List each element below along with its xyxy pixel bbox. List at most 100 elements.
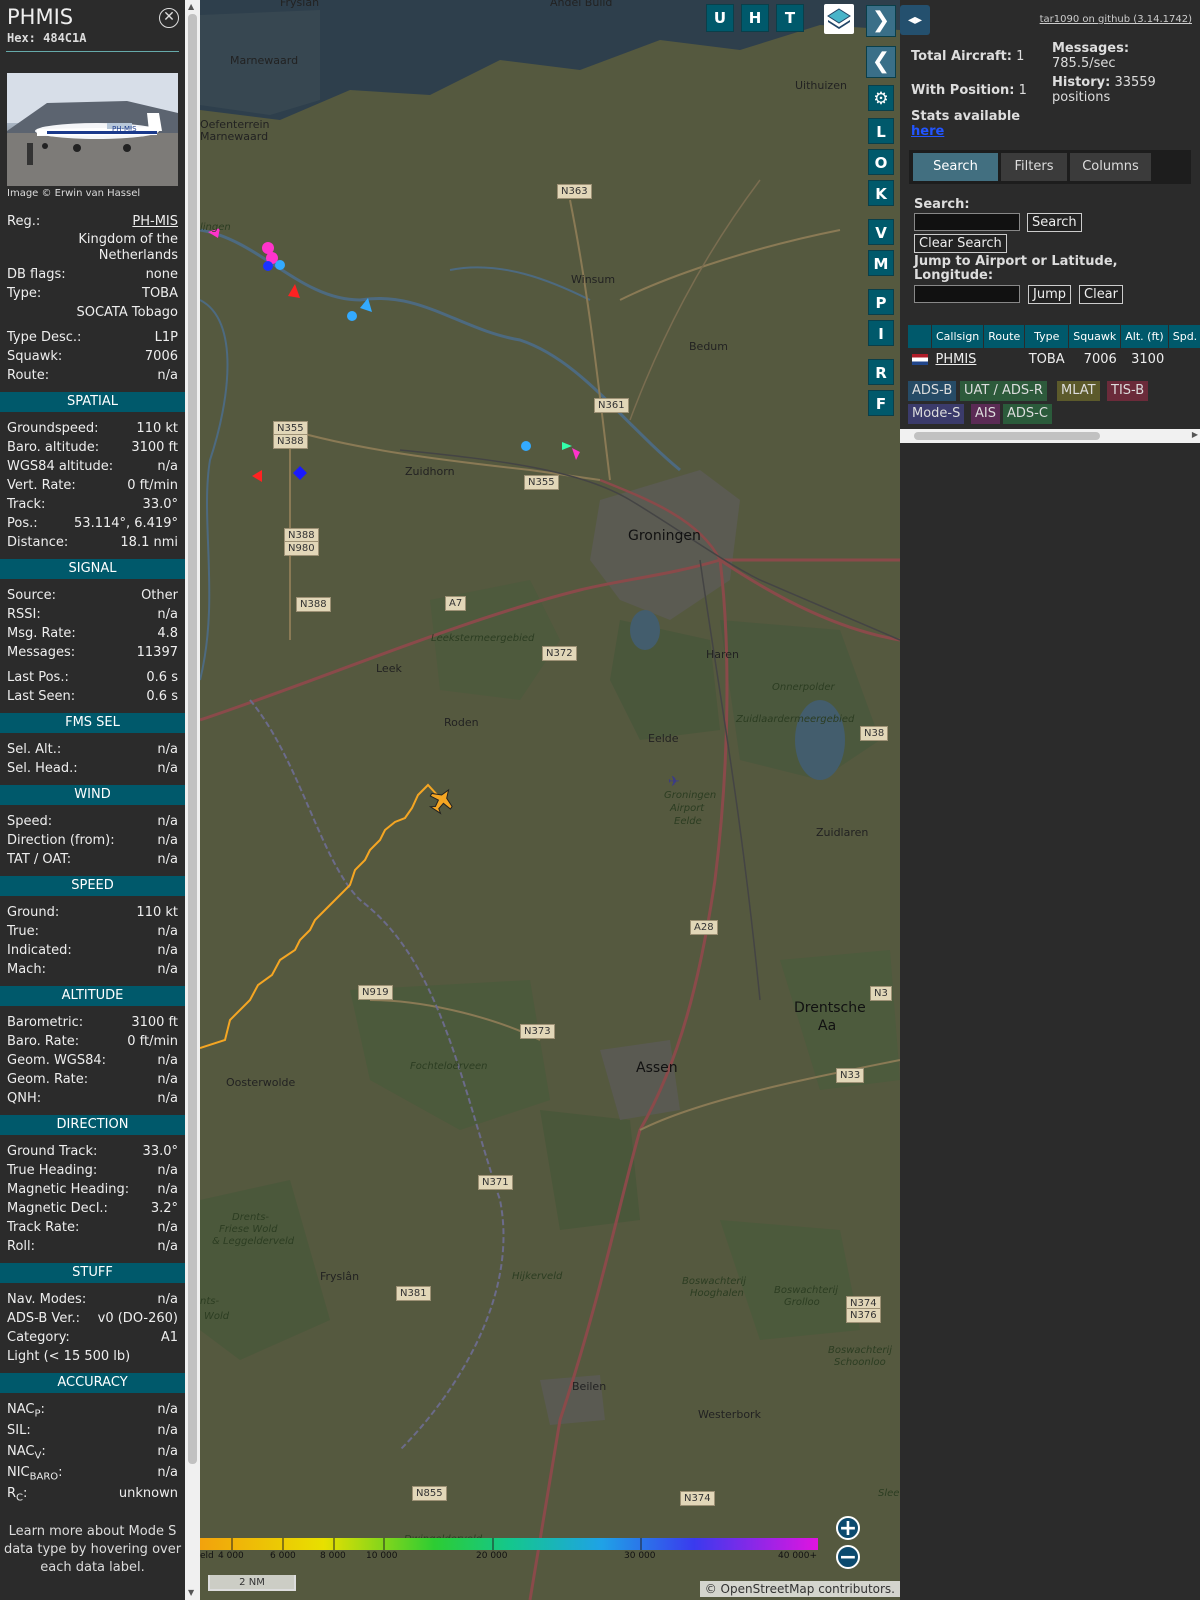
- tab-columns[interactable]: Columns: [1070, 153, 1151, 181]
- info-row: Geom. Rate: n/a: [0, 1070, 185, 1089]
- info-panel-scrollbar[interactable]: ▲ ▼: [185, 0, 200, 1600]
- map-button-k[interactable]: K: [868, 180, 894, 206]
- zoom-out-button[interactable]: −: [836, 1545, 860, 1569]
- place-label-leek: Leek: [376, 662, 402, 675]
- section-stuff[interactable]: STUFF: [0, 1263, 185, 1283]
- scrollbar-thumb[interactable]: [914, 432, 1100, 440]
- search-button[interactable]: Search: [1027, 213, 1082, 232]
- jump-label: Jump to Airport or Latitude, Longitude:: [914, 254, 1118, 283]
- map-button-o[interactable]: O: [868, 149, 894, 175]
- altitude-rows: Barometric: 3100 ft Baro. Rate: 0 ft/min Geo…: [0, 1013, 185, 1108]
- section-signal[interactable]: SIGNAL: [0, 559, 185, 579]
- info-row-label: Sel. Alt.:: [7, 742, 62, 757]
- park-label-onnerpolder: Onnerpolder: [772, 682, 835, 693]
- scroll-right-icon[interactable]: ▶: [1192, 430, 1198, 439]
- section-fms-sel[interactable]: FMS SEL: [0, 713, 185, 733]
- column-header[interactable]: Spd.: [1167, 324, 1200, 349]
- close-icon[interactable]: ✕: [159, 8, 179, 28]
- info-row-label: Ground:: [7, 905, 60, 920]
- section-speed[interactable]: SPEED: [0, 876, 185, 896]
- altitude-scale-label: 30 000: [624, 1551, 656, 1561]
- section-accuracy[interactable]: ACCURACY: [0, 1373, 185, 1393]
- place-label-aa: Aa: [818, 1018, 837, 1034]
- type-value: TOBA: [142, 286, 178, 301]
- info-row-value: 18.1 nmi: [120, 535, 178, 550]
- road-shield-n855: N855: [412, 1486, 447, 1501]
- tab-filters[interactable]: Filters: [1001, 153, 1067, 181]
- info-row-value: n/a: [157, 459, 178, 474]
- section-direction[interactable]: DIRECTION: [0, 1115, 185, 1135]
- clear-button[interactable]: Clear: [1079, 285, 1123, 304]
- stats-link[interactable]: here: [911, 124, 944, 139]
- jump-button[interactable]: Jump: [1028, 285, 1071, 304]
- map-button-r[interactable]: R: [868, 359, 894, 385]
- accuracy-rows: NACP: n/a SIL: n/a NACV: n/a NICBARO: n/a RC: unk…: [0, 1400, 185, 1505]
- section-spatial[interactable]: SPATIAL: [0, 392, 185, 412]
- info-row: Roll: n/a: [0, 1237, 185, 1256]
- map-button-h[interactable]: H: [741, 4, 769, 32]
- cell-type: TOBA: [1028, 352, 1065, 368]
- section-altitude[interactable]: ALTITUDE: [0, 986, 185, 1006]
- park-label-airport2: Airport: [670, 803, 705, 814]
- altitude-scale-label: eld: [200, 1551, 214, 1561]
- left-right-arrows-icon[interactable]: ◂▸: [900, 5, 930, 35]
- column-header[interactable]: Callsign: [930, 324, 985, 349]
- column-header[interactable]: Alt. (ft): [1120, 324, 1169, 349]
- reg-link[interactable]: PH-MIS: [132, 212, 178, 231]
- scroll-down-icon[interactable]: ▼: [188, 1588, 194, 1597]
- altitude-scale-label: 6 000: [270, 1551, 296, 1561]
- scrollbar-thumb[interactable]: [188, 14, 197, 1464]
- aircraft-callsign: PHMIS: [7, 5, 74, 29]
- photo-credit: Image © Erwin van Hassel: [7, 188, 141, 199]
- map-button-i[interactable]: I: [868, 320, 894, 346]
- netherlands-flag-icon: [911, 354, 928, 366]
- zoom-in-button[interactable]: +: [836, 1516, 860, 1540]
- table-horizontal-scrollbar[interactable]: ▶: [900, 429, 1200, 443]
- map-attribution[interactable]: © OpenStreetMap contributors.: [699, 1581, 900, 1597]
- spatial-rows: Groundspeed: 110 kt Baro. altitude: 3100 ft…: [0, 419, 185, 552]
- info-row: TAT / OAT: n/a: [0, 850, 185, 869]
- map-button-f[interactable]: F: [868, 390, 894, 416]
- column-header[interactable]: Squawk: [1068, 324, 1122, 349]
- map-canvas[interactable]: ✈ Marnewaard Uithuizen Oefenterrein Marnewa…: [200, 0, 900, 1600]
- info-row-label-sub: BARO: [29, 1471, 59, 1483]
- collapse-sidebar-button[interactable]: ❮: [866, 46, 896, 78]
- map-button-v[interactable]: V: [868, 219, 894, 245]
- jump-input[interactable]: [914, 285, 1020, 303]
- sidebar-tabs: Search Filters Columns: [909, 150, 1191, 184]
- scroll-up-icon[interactable]: ▲: [188, 2, 194, 11]
- squawk-value: 7006: [144, 349, 178, 364]
- park-label-wold2: Wold: [204, 1311, 230, 1322]
- info-row: Messages: 11397: [0, 643, 185, 662]
- column-header[interactable]: Route: [983, 324, 1026, 349]
- info-row-label: True:: [7, 924, 39, 939]
- map-button-p[interactable]: P: [868, 289, 894, 315]
- info-row: NACV: n/a: [0, 1442, 185, 1463]
- column-header[interactable]: Type: [1024, 324, 1070, 349]
- info-row-label: Geom. WGS84:: [7, 1053, 107, 1068]
- column-header[interactable]: [907, 324, 932, 349]
- search-input[interactable]: [914, 213, 1020, 231]
- info-row-value: 11397: [136, 645, 178, 660]
- expand-sidebar-button[interactable]: ❯: [866, 5, 896, 37]
- map-button-t[interactable]: T: [776, 4, 804, 32]
- layers-icon[interactable]: [824, 4, 854, 34]
- settings-button[interactable]: ⚙: [868, 85, 894, 111]
- github-link[interactable]: tar1090 on github (3.14.1742): [1040, 14, 1192, 25]
- info-row-value: n/a: [157, 1239, 178, 1254]
- info-row-label: Distance:: [7, 535, 69, 550]
- aircraft-photo[interactable]: PH-MIS: [7, 73, 178, 186]
- table-row[interactable]: PHMIS TOBA 7006 3100: [908, 349, 1200, 371]
- clear-search-button[interactable]: Clear Search: [914, 234, 1007, 253]
- category-desc-row: Light (< 15 500 lb): [0, 1347, 185, 1366]
- road-shield-n374b: N374: [680, 1491, 715, 1506]
- map-button-l[interactable]: L: [868, 118, 894, 144]
- info-row-value: n/a: [157, 1444, 178, 1459]
- info-row: Msg. Rate: 4.8: [0, 624, 185, 643]
- info-row-value: n/a: [157, 943, 178, 958]
- tab-search[interactable]: Search: [913, 153, 998, 181]
- map-button-u[interactable]: U: [706, 4, 734, 32]
- info-row: Track: 33.0°: [0, 495, 185, 514]
- section-wind[interactable]: WIND: [0, 785, 185, 805]
- map-button-m[interactable]: M: [868, 250, 894, 276]
